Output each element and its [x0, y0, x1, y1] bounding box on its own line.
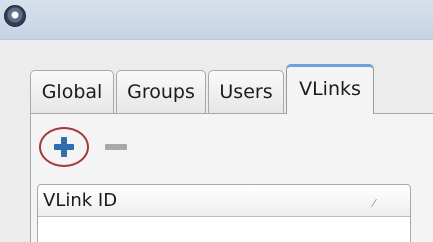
tab-groups-label: Groups — [127, 81, 195, 103]
tab-global-label: Global — [41, 81, 103, 103]
tab-groups[interactable]: Groups — [116, 70, 206, 114]
tab-global[interactable]: Global — [30, 70, 114, 114]
vlinks-table[interactable]: VLink ID ⁄ — [37, 184, 411, 242]
dialog-content: Global Groups Users VLinks VLink ID ⁄ — [0, 40, 433, 242]
remove-vlink-button[interactable] — [101, 136, 131, 158]
app-circle-icon[interactable] — [4, 5, 26, 27]
vlinks-pane: VLink ID ⁄ — [30, 113, 433, 242]
column-header-vlink-id[interactable]: VLink ID ⁄ — [38, 185, 410, 217]
tab-users[interactable]: Users — [208, 70, 284, 114]
column-header-label: VLink ID — [43, 190, 118, 211]
tab-vlinks[interactable]: VLinks — [286, 64, 374, 114]
tab-users-label: Users — [219, 81, 273, 103]
minus-icon — [105, 144, 127, 150]
sort-indicator-icon: ⁄ — [373, 197, 375, 210]
window-titlebar — [0, 0, 433, 40]
tab-vlinks-label: VLinks — [299, 78, 361, 100]
plus-icon — [54, 137, 74, 157]
add-vlink-button[interactable] — [39, 127, 89, 167]
